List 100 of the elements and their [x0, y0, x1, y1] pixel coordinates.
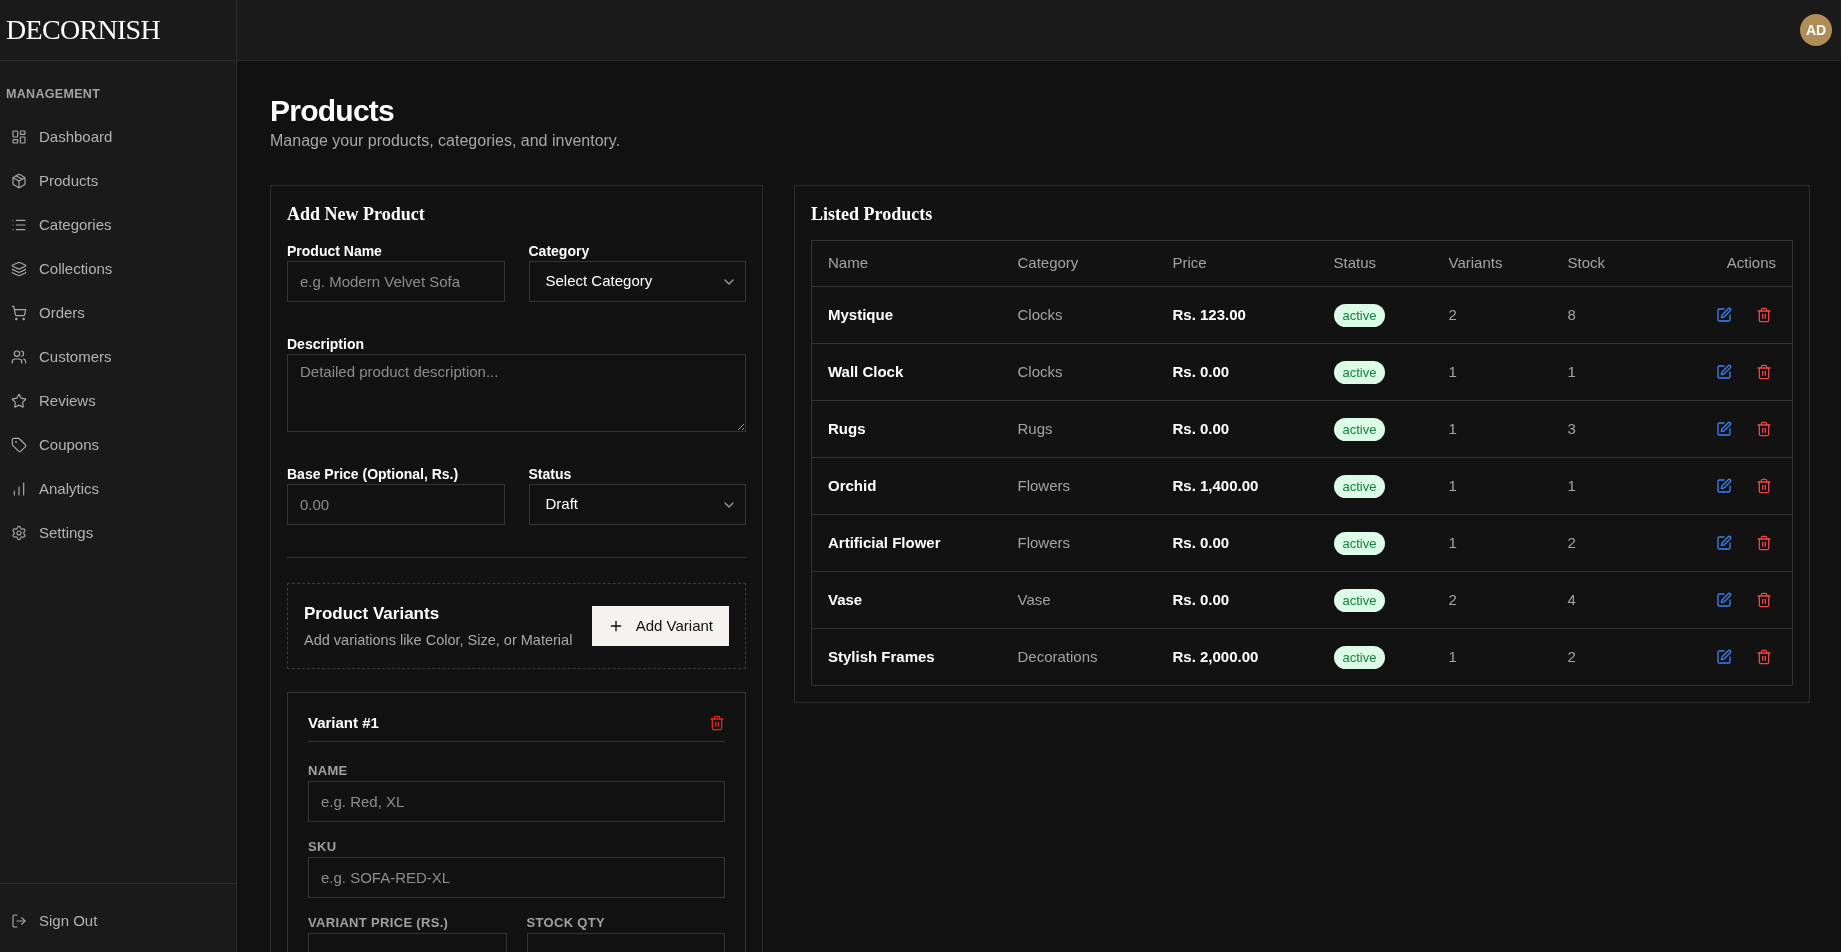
product-name-input[interactable]: e.g. Modern Velvet Sofa — [287, 261, 505, 302]
stock-count: 2 — [1551, 628, 1672, 686]
field-label: Status — [528, 465, 573, 484]
field-label: NAME — [308, 763, 349, 779]
stock-count: 3 — [1551, 400, 1672, 458]
field-label: SKU — [308, 839, 338, 855]
column-header: Price — [1156, 240, 1318, 287]
price-text: Rs. 1,400.00 — [1156, 457, 1318, 515]
card-title: Listed Products — [811, 203, 934, 226]
card-title: Add New Product — [287, 203, 426, 226]
section-label: MANAGEMENT — [6, 86, 102, 102]
cart-icon — [11, 305, 27, 321]
edit-icon — [1716, 649, 1732, 665]
nav-item[interactable]: Products — [6, 159, 230, 203]
variant-count: 2 — [1432, 286, 1552, 344]
status-badge: active — [1333, 646, 1386, 670]
column-header: Status — [1317, 240, 1433, 287]
add-variant-button[interactable]: Add Variant — [591, 606, 729, 646]
brand-logo: DECORNISH — [6, 16, 160, 44]
stock-count: 4 — [1551, 571, 1672, 629]
category-name: Clocks — [1001, 286, 1157, 344]
description-textarea[interactable]: Detailed product description... — [287, 354, 746, 432]
variant-name-input[interactable]: e.g. Red, XL — [308, 781, 725, 822]
variant-title: Variant #1 — [308, 713, 379, 733]
section-title: Product Variants — [304, 603, 441, 625]
column-header: Actions — [1671, 240, 1793, 287]
tag-icon — [11, 437, 27, 453]
stock-count: 1 — [1551, 457, 1672, 515]
column-header: Category — [1001, 240, 1157, 287]
price-text: Rs. 0.00 — [1156, 400, 1318, 458]
field-label: Description — [287, 335, 365, 354]
stock-count: 1 — [1551, 343, 1672, 401]
trash-icon — [1756, 364, 1772, 380]
section-subtitle: Add variations like Color, Size, or Material — [304, 631, 573, 650]
status-select[interactable]: Draft — [528, 484, 746, 525]
edit-icon — [1716, 364, 1732, 380]
nav-item[interactable]: Settings — [6, 511, 230, 555]
nav-item[interactable]: Categories — [6, 203, 230, 247]
category-name: Rugs — [1001, 400, 1157, 458]
dashboard-grid-icon — [11, 129, 27, 145]
field-label: STOCK QTY — [526, 915, 607, 931]
sku-input[interactable]: e.g. SOFA-RED-XL — [308, 857, 725, 898]
status-badge: active — [1333, 475, 1386, 499]
page-title: Products — [270, 93, 396, 129]
product-name: Artificial Flower — [811, 514, 1002, 572]
category-select[interactable]: Select Category — [528, 261, 746, 302]
status-badge: active — [1333, 532, 1386, 556]
edit-icon — [1716, 535, 1732, 551]
status-badge: active — [1333, 361, 1386, 385]
category-name: Flowers — [1001, 457, 1157, 515]
variant-count: 1 — [1432, 457, 1552, 515]
trash-icon — [1756, 421, 1772, 437]
status-badge: active — [1333, 589, 1386, 613]
trash-icon — [1756, 649, 1772, 665]
category-name: Decorations — [1001, 628, 1157, 686]
delete-variant-button[interactable] — [709, 715, 725, 731]
field-label: Product Name — [287, 242, 383, 261]
column-header: Variants — [1432, 240, 1552, 287]
category-name: Vase — [1001, 571, 1157, 629]
box-icon — [11, 173, 27, 189]
price-text: Rs. 0.00 — [1156, 343, 1318, 401]
variant-count: 1 — [1432, 628, 1552, 686]
trash-icon — [1756, 478, 1772, 494]
nav-item[interactable]: Dashboard — [6, 115, 230, 159]
star-icon — [11, 393, 27, 409]
stock-count: 8 — [1551, 286, 1672, 344]
layers-icon — [11, 261, 27, 277]
nav-item[interactable]: Customers — [6, 335, 230, 379]
variant-count: 1 — [1432, 343, 1552, 401]
variant-count: 1 — [1432, 400, 1552, 458]
price-text: Rs. 2,000.00 — [1156, 628, 1318, 686]
list-icon — [11, 217, 27, 233]
column-header: Name — [811, 240, 1002, 287]
nav-item[interactable]: Coupons — [6, 423, 230, 467]
nav-item[interactable]: Analytics — [6, 467, 230, 511]
settings-icon — [11, 525, 27, 541]
trash-icon — [1756, 535, 1772, 551]
trash-icon — [709, 715, 725, 731]
sign-out-link[interactable]: Sign Out — [6, 899, 230, 943]
price-text: Rs. 0.00 — [1156, 571, 1318, 629]
edit-icon — [1716, 592, 1732, 608]
nav-item[interactable]: Reviews — [6, 379, 230, 423]
stock-count: 2 — [1551, 514, 1672, 572]
column-header: Stock — [1551, 240, 1672, 287]
users-icon — [11, 349, 27, 365]
bar-chart-icon — [11, 481, 27, 497]
base-price-input[interactable]: 0.00 — [287, 484, 505, 525]
page-subtitle: Manage your products, categories, and inventory. — [270, 131, 622, 151]
product-name: Mystique — [811, 286, 1002, 344]
category-name: Flowers — [1001, 514, 1157, 572]
logout-icon — [11, 913, 27, 929]
nav-item[interactable]: Orders — [6, 291, 230, 335]
variant-count: 2 — [1432, 571, 1552, 629]
trash-icon — [1756, 307, 1772, 323]
variant-count: 1 — [1432, 514, 1552, 572]
trash-icon — [1756, 592, 1772, 608]
field-label: VARIANT PRICE (RS.) — [308, 915, 450, 931]
price-text: Rs. 123.00 — [1156, 286, 1318, 344]
nav-item[interactable]: Collections — [6, 247, 230, 291]
product-name: Stylish Frames — [811, 628, 1002, 686]
